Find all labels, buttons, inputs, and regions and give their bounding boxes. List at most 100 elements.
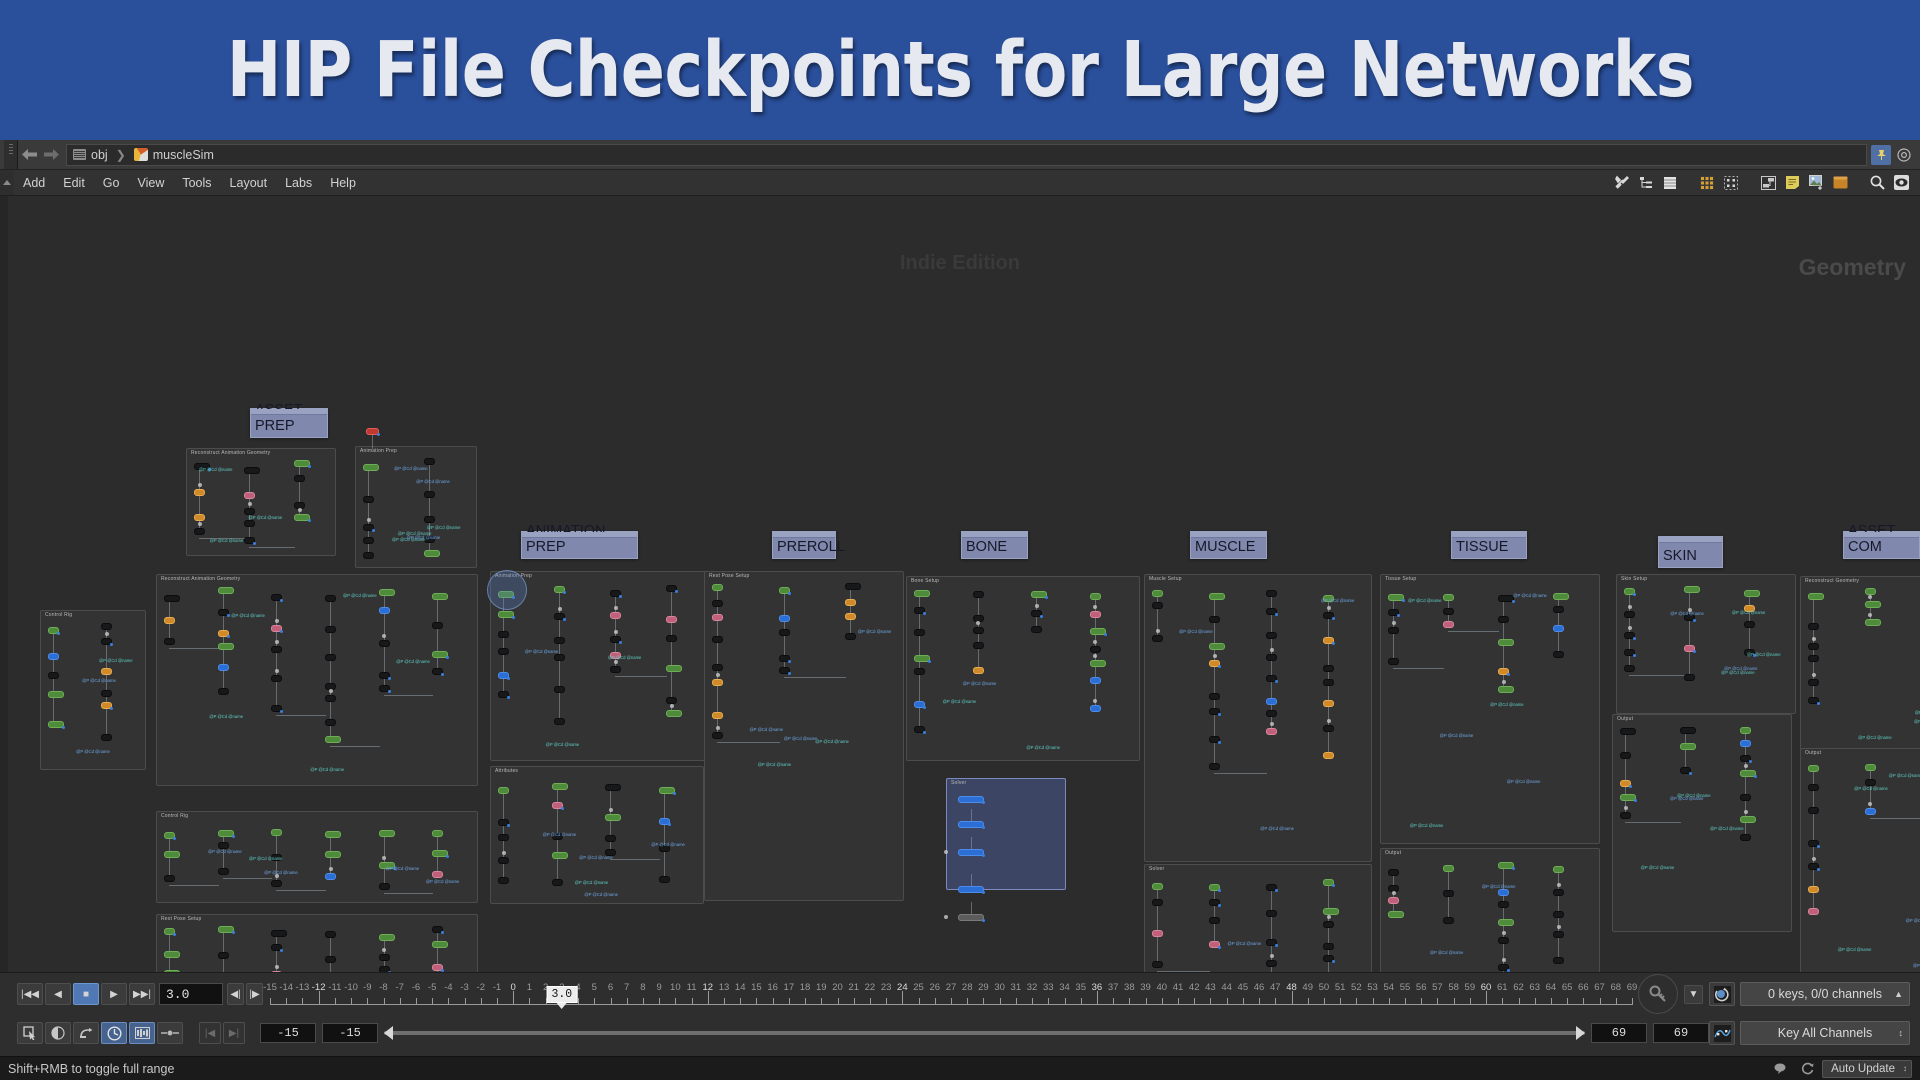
- graph-node[interactable]: [778, 655, 791, 663]
- graph-node[interactable]: [1808, 765, 1819, 772]
- network-box[interactable]: Solver: [1144, 864, 1372, 972]
- graph-node[interactable]: [1323, 879, 1335, 887]
- network-box[interactable]: Bone Setup: [906, 576, 1140, 761]
- graph-node[interactable]: [1152, 883, 1163, 890]
- graph-node[interactable]: [1388, 911, 1404, 918]
- graph-node[interactable]: [498, 857, 509, 864]
- graph-node[interactable]: [1031, 626, 1042, 633]
- graph-node[interactable]: [325, 956, 336, 963]
- graph-node[interactable]: [712, 600, 723, 607]
- graph-node[interactable]: [217, 926, 235, 934]
- graph-node[interactable]: [1620, 794, 1637, 802]
- graph-node[interactable]: [845, 613, 857, 620]
- graph-node[interactable]: [1864, 764, 1876, 771]
- graph-node[interactable]: [378, 607, 390, 614]
- graph-node[interactable]: [1089, 628, 1107, 636]
- key-dropdown-button[interactable]: ▼: [1684, 984, 1703, 1004]
- graph-node[interactable]: [1266, 728, 1277, 735]
- hierarchy-icon[interactable]: [1635, 173, 1657, 193]
- graph-node[interactable]: [1498, 889, 1509, 896]
- graph-node[interactable]: [958, 821, 985, 829]
- graph-node[interactable]: [432, 871, 444, 878]
- network-box[interactable]: Control Rig: [40, 610, 146, 770]
- graph-node[interactable]: [1388, 627, 1399, 634]
- graph-node[interactable]: [1089, 646, 1101, 653]
- graph-node[interactable]: [1323, 637, 1335, 645]
- graph-node[interactable]: [1323, 752, 1334, 759]
- range-end-field[interactable]: 69: [1653, 1023, 1709, 1043]
- graph-node[interactable]: [164, 638, 175, 645]
- play-reverse-button[interactable]: ◀: [45, 983, 71, 1005]
- graph-node[interactable]: [1498, 901, 1509, 908]
- graph-node[interactable]: [271, 930, 288, 937]
- frame-ruler[interactable]: -15-14-13-12-11-10-9-8-7-6-5-4-3-2-10123…: [263, 973, 1637, 1015]
- key-icon[interactable]: [1638, 974, 1678, 1014]
- graph-node[interactable]: [1323, 921, 1334, 928]
- keyframe-refresh-icon[interactable]: [1709, 982, 1735, 1006]
- graph-node[interactable]: [1266, 884, 1278, 892]
- graph-node[interactable]: [1209, 693, 1220, 700]
- graph-node[interactable]: [1624, 632, 1636, 640]
- graph-node[interactable]: [164, 951, 180, 958]
- graph-node[interactable]: [958, 886, 985, 894]
- graph-node[interactable]: [1740, 755, 1752, 763]
- graph-node[interactable]: [424, 491, 435, 498]
- sticky-note-icon[interactable]: [1781, 173, 1803, 193]
- graph-node[interactable]: [294, 460, 311, 468]
- menu-help[interactable]: Help: [321, 170, 365, 195]
- sticky-note-bone[interactable]: BONE: [961, 531, 1028, 559]
- graph-node[interactable]: [1209, 708, 1221, 716]
- graph-node[interactable]: [1209, 736, 1221, 744]
- graph-node[interactable]: [1808, 840, 1820, 848]
- graph-node[interactable]: [325, 851, 341, 858]
- graph-node[interactable]: [1740, 770, 1757, 778]
- path-input[interactable]: obj ❯ muscleSim: [66, 143, 1867, 166]
- graph-node[interactable]: [778, 587, 791, 595]
- graph-node[interactable]: [1620, 752, 1631, 759]
- range-slider[interactable]: [384, 1023, 1585, 1043]
- graph-node[interactable]: [1498, 639, 1514, 646]
- graph-node[interactable]: [778, 629, 790, 636]
- graph-node[interactable]: [1624, 649, 1636, 657]
- graph-node[interactable]: [1498, 686, 1514, 693]
- sticky-note-tissue[interactable]: TISSUE: [1451, 531, 1527, 559]
- graph-node[interactable]: [914, 629, 925, 636]
- graph-node[interactable]: [432, 941, 449, 948]
- graph-node[interactable]: [498, 631, 509, 638]
- graph-node[interactable]: [1808, 623, 1819, 630]
- graph-node[interactable]: [1864, 601, 1881, 608]
- graph-node[interactable]: [1740, 727, 1751, 734]
- graph-node[interactable]: [666, 697, 677, 704]
- graph-node[interactable]: [164, 832, 176, 840]
- graph-node[interactable]: [1209, 941, 1221, 949]
- graph-node[interactable]: [1443, 608, 1454, 615]
- graph-node[interactable]: [1553, 931, 1564, 938]
- graph-node[interactable]: [1498, 862, 1515, 870]
- audio-tool-button[interactable]: [45, 1022, 71, 1044]
- graph-node[interactable]: [217, 868, 229, 875]
- graph-node[interactable]: [958, 796, 985, 804]
- network-box[interactable]: Muscle Setup: [1144, 574, 1372, 862]
- graph-node[interactable]: [498, 834, 509, 841]
- graph-node[interactable]: [666, 665, 682, 672]
- graph-node[interactable]: [1323, 700, 1334, 707]
- graph-node[interactable]: [363, 496, 374, 503]
- graph-node[interactable]: [1209, 917, 1220, 924]
- graph-node[interactable]: [217, 609, 230, 617]
- graph-node[interactable]: [271, 625, 284, 633]
- graph-node[interactable]: [432, 926, 445, 934]
- graph-node[interactable]: [1808, 784, 1819, 791]
- graph-node[interactable]: [1443, 594, 1454, 601]
- graph-node[interactable]: [1498, 668, 1510, 676]
- sticky-note-asset-com[interactable]: ASSET COM: [1843, 523, 1920, 559]
- graph-node[interactable]: [271, 705, 284, 713]
- cook-indicator-icon[interactable]: [1770, 1059, 1792, 1079]
- graph-node[interactable]: [778, 615, 790, 622]
- graph-node[interactable]: [424, 550, 440, 557]
- graph-node[interactable]: [1498, 964, 1510, 972]
- graph-node[interactable]: [378, 672, 391, 680]
- graph-node[interactable]: [1620, 812, 1631, 819]
- graph-node[interactable]: [712, 732, 723, 739]
- graph-node[interactable]: [48, 627, 60, 635]
- graph-node[interactable]: [325, 736, 341, 743]
